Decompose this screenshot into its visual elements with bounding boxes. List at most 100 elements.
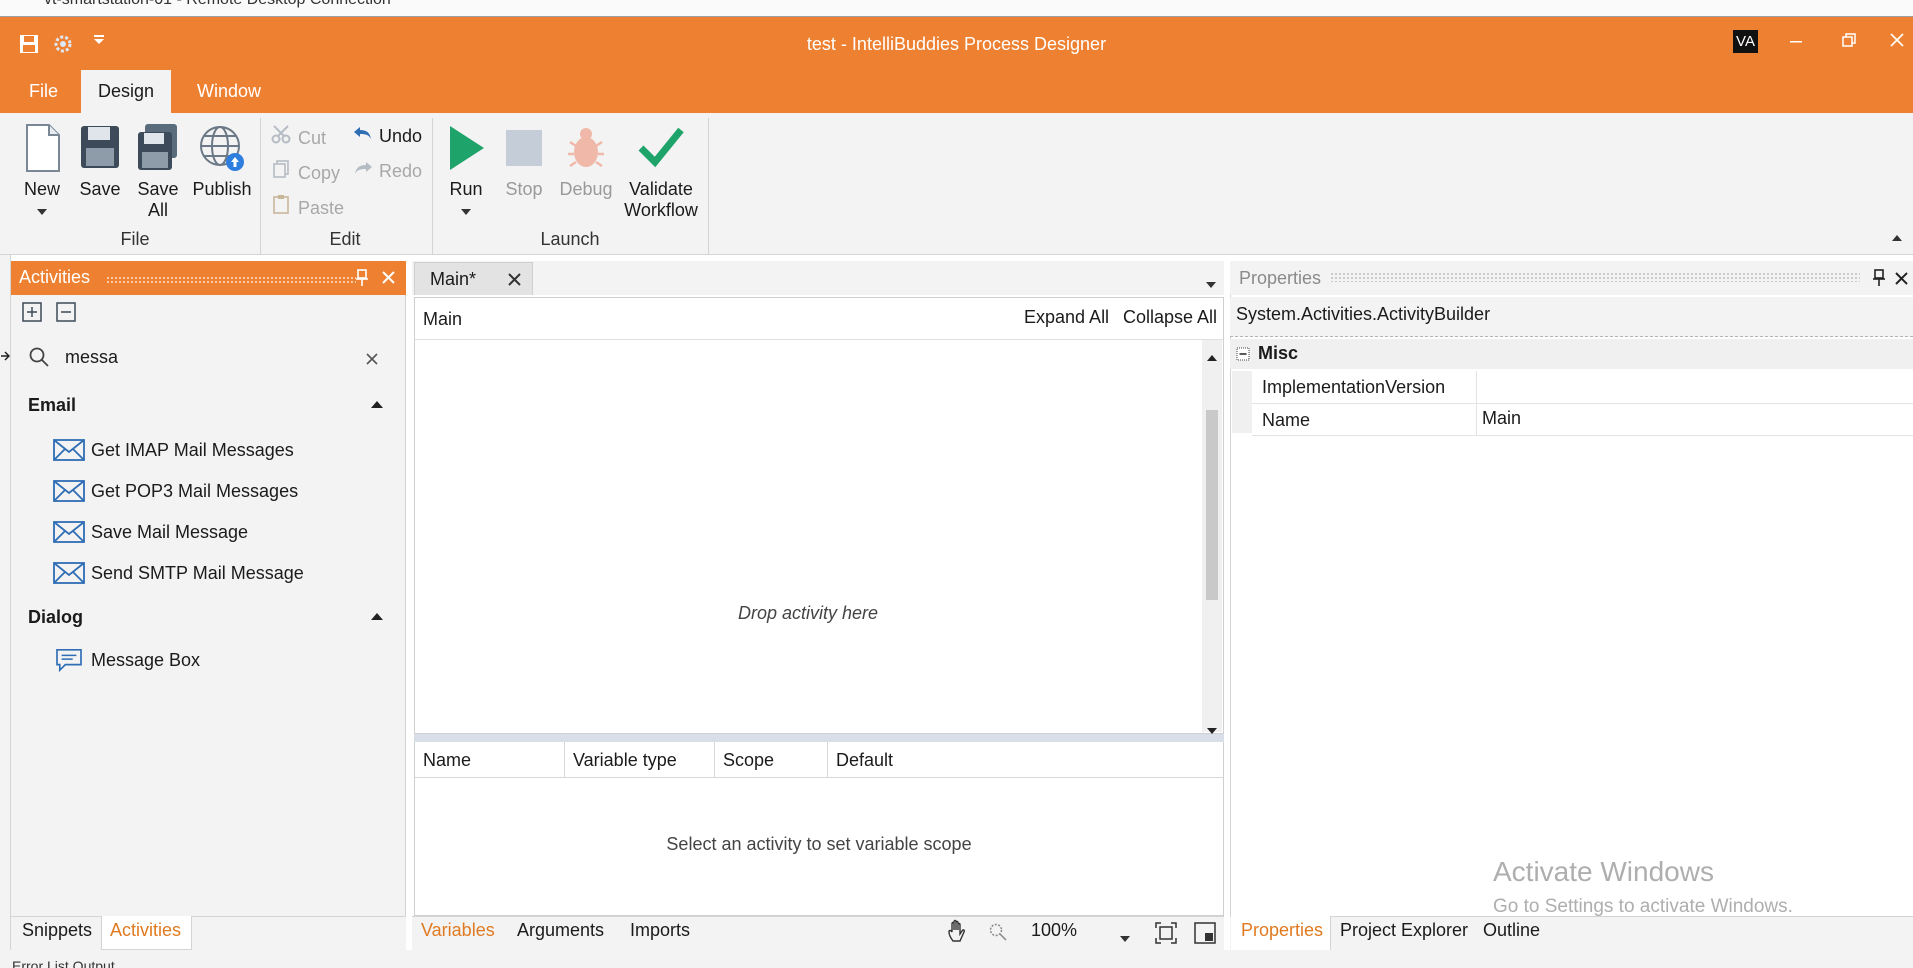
activity-item[interactable]: Message Box	[53, 646, 200, 674]
activity-label: Message Box	[91, 649, 201, 670]
tab-main-label: Main*	[430, 269, 477, 289]
collapse-all-button[interactable]: Collapse All	[1123, 307, 1217, 328]
property-row[interactable]: Name Main	[1252, 403, 1913, 436]
new-dropdown-icon[interactable]	[16, 200, 68, 221]
clear-search-icon[interactable]	[365, 351, 379, 371]
breadcrumb[interactable]: Main	[423, 309, 462, 330]
ribbon-collapse-icon[interactable]	[1891, 227, 1903, 247]
column-scope[interactable]: Scope	[715, 742, 828, 778]
activity-item[interactable]: Send SMTP Mail Message	[53, 559, 304, 587]
scroll-up-icon[interactable]	[1206, 347, 1218, 367]
undo-button[interactable]: Undo	[352, 124, 422, 147]
pin-icon[interactable]	[355, 269, 369, 292]
activity-item[interactable]: Save Mail Message	[53, 518, 248, 546]
copy-icon	[271, 160, 293, 183]
fit-to-screen-icon[interactable]	[1155, 922, 1177, 949]
validate-label-line1: Validate	[629, 179, 693, 199]
activation-watermark-title: Activate Windows	[1493, 856, 1714, 887]
zoom-icon[interactable]	[988, 922, 1008, 947]
menu-design[interactable]: Design	[81, 70, 172, 113]
new-button[interactable]: New	[16, 122, 68, 221]
resize-arrow-icon	[0, 348, 11, 369]
close-panel-icon[interactable]	[1894, 271, 1909, 291]
publish-button[interactable]: Publish	[190, 122, 254, 200]
stop-button[interactable]: Stop	[500, 122, 548, 200]
tab-properties[interactable]: Properties	[1241, 920, 1323, 941]
redo-button[interactable]: Redo	[352, 159, 422, 182]
menu-window[interactable]: Window	[183, 70, 275, 113]
activity-search-input[interactable]: messa	[65, 347, 118, 368]
designer-splitter[interactable]	[414, 734, 1224, 742]
collapse-email-icon[interactable]	[371, 401, 383, 408]
remote-desktop-titlebar: vt-smartstation-01 - Remote Desktop Conn…	[0, 0, 1913, 17]
collapse-all-tree-icon[interactable]	[56, 302, 76, 327]
tab-project-explorer[interactable]: Project Explorer	[1340, 920, 1468, 941]
play-icon	[450, 126, 484, 170]
expand-all-button[interactable]: Expand All	[1024, 307, 1109, 328]
close-tab-icon[interactable]	[507, 272, 522, 292]
panel-grip[interactable]	[106, 276, 356, 283]
tab-imports[interactable]: Imports	[630, 920, 690, 941]
activity-label: Get IMAP Mail Messages	[91, 439, 294, 460]
user-badge[interactable]: VA	[1733, 30, 1758, 53]
run-label: Run	[449, 179, 483, 199]
paste-button[interactable]: Paste	[271, 194, 344, 219]
column-default[interactable]: Default	[828, 742, 1223, 778]
category-email[interactable]: Email	[28, 395, 76, 416]
minimize-icon[interactable]	[1776, 30, 1816, 54]
workflow-designer[interactable]	[414, 297, 1224, 734]
run-dropdown-icon[interactable]	[442, 200, 490, 221]
tab-snippets[interactable]: Snippets	[22, 920, 92, 941]
restore-icon[interactable]	[1829, 30, 1869, 54]
tab-list-dropdown-icon[interactable]	[1205, 274, 1217, 294]
zoom-dropdown-icon[interactable]	[1119, 928, 1131, 948]
close-window-icon[interactable]	[1877, 30, 1913, 54]
ribbon-separator	[708, 118, 709, 255]
tab-main[interactable]: Main*	[414, 262, 533, 295]
stop-icon	[506, 130, 542, 166]
copy-button[interactable]: Copy	[271, 159, 340, 184]
activity-item[interactable]: Get POP3 Mail Messages	[53, 477, 298, 505]
collapse-category-icon[interactable]	[1236, 346, 1250, 366]
zoom-level[interactable]: 100%	[1031, 920, 1077, 941]
overview-map-icon[interactable]	[1194, 922, 1216, 949]
save-all-button[interactable]: Save All	[133, 122, 183, 221]
scroll-thumb[interactable]	[1206, 410, 1218, 600]
tab-arguments[interactable]: Arguments	[517, 920, 604, 941]
run-button[interactable]: Run	[442, 122, 490, 221]
rdp-title: vt-smartstation-01 - Remote Desktop Conn…	[44, 0, 391, 9]
save-button[interactable]: Save	[77, 122, 123, 200]
activity-label: Get POP3 Mail Messages	[91, 480, 299, 501]
activity-item[interactable]: Get IMAP Mail Messages	[53, 436, 294, 464]
activation-watermark-subtitle: Go to Settings to activate Windows.	[1493, 896, 1793, 917]
expand-all-tree-icon[interactable]	[22, 302, 42, 327]
panel-grip[interactable]	[1330, 272, 1860, 282]
tab-outline[interactable]: Outline	[1483, 920, 1540, 941]
property-row[interactable]: ImplementationVersion	[1252, 371, 1913, 404]
column-variable-type[interactable]: Variable type	[565, 742, 715, 778]
property-divider	[1476, 403, 1477, 436]
ribbon-separator	[432, 118, 433, 255]
property-value[interactable]: Main	[1482, 408, 1521, 429]
cut-button[interactable]: Cut	[271, 124, 326, 149]
pin-icon[interactable]	[1872, 269, 1886, 292]
validate-workflow-button[interactable]: Validate Workflow	[620, 122, 702, 221]
drop-activity-hint[interactable]: Drop activity here	[414, 603, 1202, 624]
property-divider	[1476, 371, 1477, 404]
category-misc[interactable]: Misc	[1230, 339, 1913, 369]
tab-variables[interactable]: Variables	[421, 920, 495, 941]
pan-hand-icon[interactable]	[946, 919, 970, 948]
tab-activities[interactable]: Activities	[110, 920, 181, 941]
menu-file[interactable]: File	[15, 70, 72, 113]
property-name: ImplementationVersion	[1262, 377, 1446, 397]
paste-icon	[271, 195, 293, 218]
category-dialog[interactable]: Dialog	[28, 607, 83, 628]
globe-upload-icon	[200, 126, 244, 171]
output-tabs-label[interactable]: Error List Output	[12, 958, 115, 968]
debug-label: Debug	[559, 179, 613, 199]
column-name[interactable]: Name	[415, 742, 565, 778]
collapse-dialog-icon[interactable]	[371, 613, 383, 620]
close-panel-icon[interactable]	[381, 270, 396, 290]
debug-button[interactable]: Debug	[556, 122, 616, 200]
variables-empty-message: Select an activity to set variable scope	[666, 834, 972, 854]
